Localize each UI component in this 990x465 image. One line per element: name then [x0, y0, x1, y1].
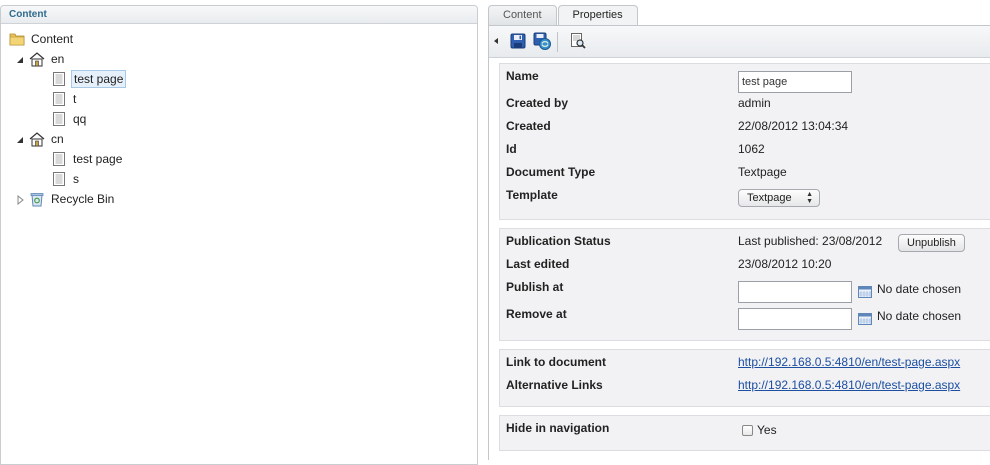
tree-node-label: en [51, 52, 65, 66]
link-to-document[interactable]: http://192.168.0.5:4810/en/test-page.asp… [738, 355, 960, 369]
hide-in-navigation-label: Hide in navigation [506, 421, 610, 435]
link-to-document-row: Link to document http://192.168.0.5:4810… [500, 352, 990, 375]
unpublish-button[interactable]: Unpublish [898, 234, 965, 252]
tree-node-label: qq [73, 112, 87, 126]
created-by-label: Created by [506, 96, 569, 110]
collapsed-arrow-icon[interactable] [15, 194, 25, 206]
publish-at-input[interactable] [738, 281, 852, 303]
link-to-document-label: Link to document [506, 355, 606, 369]
toolbar-separator [557, 32, 558, 52]
created-by-row: Created by admin [500, 93, 990, 116]
last-edited-value: 23/08/2012 10:20 [738, 257, 832, 271]
tree-panel-header: Content [1, 6, 477, 24]
tree-node-en-t[interactable]: t [51, 90, 78, 108]
last-edited-row: Last edited 23/08/2012 10:20 [500, 254, 990, 277]
content-tree-panel: Content Content en test page t qq cn tes… [0, 5, 478, 465]
template-label: Template [506, 188, 558, 202]
remove-at-label: Remove at [506, 307, 567, 321]
house-icon [29, 51, 45, 67]
hide-in-navigation-checkbox[interactable] [742, 425, 753, 436]
last-edited-label: Last edited [506, 257, 570, 271]
folder-icon [9, 31, 25, 47]
id-value: 1062 [738, 142, 765, 156]
expanded-arrow-icon[interactable] [15, 134, 25, 144]
publication-status-row: Publication Status Last published: 23/08… [500, 231, 990, 254]
tree-node-label: t [73, 92, 77, 106]
name-input[interactable] [738, 71, 852, 93]
document-type-label: Document Type [506, 165, 596, 179]
tree-node-en-qq[interactable]: qq [51, 110, 88, 128]
remove-at-input[interactable] [738, 308, 852, 330]
save-icon[interactable] [509, 32, 527, 50]
collapse-arrow-icon[interactable] [494, 38, 498, 44]
publish-at-note: No date chosen [877, 282, 962, 296]
created-by-value: admin [738, 96, 771, 110]
tree-node-en-test-page[interactable]: test page [51, 70, 127, 88]
properties-panel: Name Created by admin Created 22/08/2012… [488, 25, 990, 460]
tree-node-label: Recycle Bin [51, 192, 115, 206]
hide-in-navigation-row: Hide in navigation Yes [500, 418, 990, 441]
created-value: 22/08/2012 13:04:34 [738, 119, 849, 133]
tab-properties[interactable]: Properties [557, 5, 638, 26]
properties-form: Name Created by admin Created 22/08/2012… [499, 63, 990, 459]
document-type-row: Document Type Textpage [500, 162, 990, 185]
house-icon [29, 131, 45, 147]
document-icon [51, 71, 67, 87]
recycle-bin-icon [29, 191, 45, 207]
tree-node-cn-test-page[interactable]: test page [51, 150, 124, 168]
publication-status-label: Publication Status [506, 234, 611, 248]
tree-node-label: test page [73, 152, 123, 166]
select-updown-icon: ▲ ▼ [806, 191, 813, 205]
tree-node-label: s [73, 172, 79, 186]
tree-node-cn[interactable]: cn [15, 130, 66, 148]
tree-node-label: test page [71, 70, 127, 88]
name-row: Name [500, 66, 990, 93]
publication-group: Publication Status Last published: 23/08… [499, 228, 990, 341]
document-icon [51, 91, 67, 107]
tree-node-content-root[interactable]: Content [9, 30, 75, 48]
calendar-icon[interactable] [858, 313, 872, 325]
publish-at-label: Publish at [506, 280, 564, 294]
links-group: Link to document http://192.168.0.5:4810… [499, 349, 990, 407]
navigation-group: Hide in navigation Yes [499, 415, 990, 451]
document-icon [51, 151, 67, 167]
document-icon [51, 171, 67, 187]
hide-in-navigation-yes-label: Yes [757, 423, 777, 437]
expanded-arrow-icon[interactable] [15, 54, 25, 64]
tree-node-en[interactable]: en [15, 50, 66, 68]
tree-node-label: Content [31, 32, 74, 46]
save-and-publish-icon[interactable] [533, 32, 551, 50]
calendar-icon[interactable] [858, 286, 872, 298]
remove-at-row: Remove at No date chosen [500, 304, 990, 331]
id-label: Id [506, 142, 517, 156]
publish-at-row: Publish at No date chosen [500, 277, 990, 304]
document-icon [51, 111, 67, 127]
tree-node-recycle-bin[interactable]: Recycle Bin [15, 190, 116, 208]
tree-node-label: cn [51, 132, 64, 146]
template-row: Template Textpage ▲ ▼ [500, 185, 990, 208]
tree-node-cn-s[interactable]: s [51, 170, 81, 188]
id-row: Id 1062 [500, 139, 990, 162]
alternative-links-row: Alternative Links http://192.168.0.5:481… [500, 375, 990, 398]
template-select[interactable]: Textpage ▲ ▼ [738, 189, 820, 207]
general-properties-group: Name Created by admin Created 22/08/2012… [499, 63, 990, 220]
remove-at-note: No date chosen [877, 309, 962, 323]
editor-tabs: Content Properties [488, 5, 639, 26]
created-row: Created 22/08/2012 13:04:34 [500, 116, 990, 139]
created-label: Created [506, 119, 551, 133]
editor-toolbar [489, 26, 990, 58]
tab-content[interactable]: Content [488, 5, 557, 25]
preview-icon[interactable] [569, 32, 587, 50]
document-type-value: Textpage [738, 165, 787, 179]
alternative-links-label: Alternative Links [506, 378, 603, 392]
publication-status-value: Last published: 23/08/2012 [738, 234, 883, 248]
alternative-link[interactable]: http://192.168.0.5:4810/en/test-page.asp… [738, 378, 960, 392]
name-label: Name [506, 69, 539, 83]
template-select-value: Textpage [747, 192, 792, 204]
